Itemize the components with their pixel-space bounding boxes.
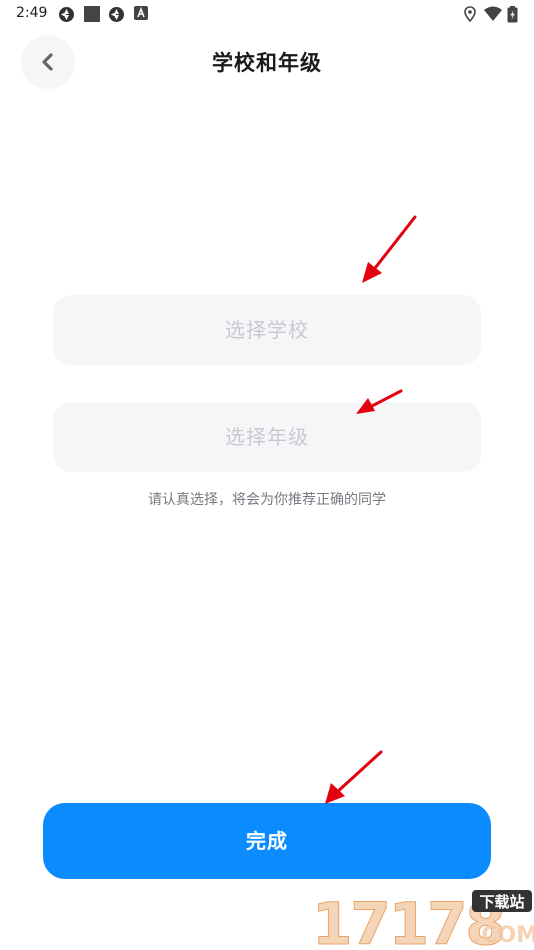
- a-badge-icon: [134, 6, 148, 20]
- wifi-icon: [484, 6, 502, 21]
- school-select-placeholder: 选择学校: [225, 318, 309, 342]
- square-icon: [84, 6, 100, 22]
- watermark-logo: 17178 下载站 .COM: [312, 890, 534, 950]
- done-button-label: 完成: [246, 829, 288, 853]
- grade-select-placeholder: 选择年级: [225, 425, 309, 449]
- done-button[interactable]: 完成: [43, 803, 491, 879]
- svg-text:.COM: .COM: [473, 923, 534, 948]
- grade-select[interactable]: 选择年级: [53, 402, 481, 472]
- arrow-to-done-icon: [325, 750, 383, 804]
- arrow-to-school-icon: [362, 215, 417, 283]
- status-time: 2:49: [16, 5, 48, 21]
- battery-icon: [507, 6, 518, 23]
- school-select[interactable]: 选择学校: [53, 295, 481, 365]
- hint-text: 请认真选择，将会为你推荐正确的同学: [148, 492, 386, 508]
- aperture-icon: [109, 7, 124, 22]
- location-icon: [464, 6, 476, 22]
- aperture-icon: [59, 7, 74, 22]
- page-title: 学校和年级: [212, 51, 322, 75]
- status-bar: 2:49: [0, 0, 534, 28]
- svg-text:下载站: 下载站: [479, 893, 524, 911]
